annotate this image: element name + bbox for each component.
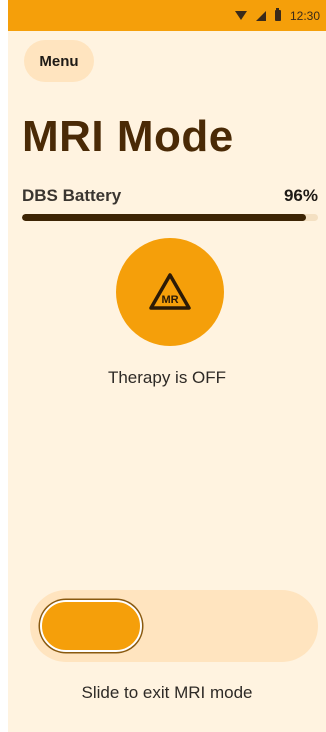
battery-label: DBS Battery bbox=[22, 186, 122, 205]
page-title: MRI Mode bbox=[22, 112, 234, 161]
mr-conditional-icon: MR bbox=[149, 273, 191, 310]
signal-icon bbox=[255, 10, 266, 21]
battery-percentage: 96% bbox=[283, 186, 318, 205]
battery-row: DBS Battery 96% bbox=[22, 186, 318, 206]
mri-mode-screen: 12:30 Menu MRI Mode DBS Battery 96% MR T… bbox=[8, 0, 326, 732]
menu-button[interactable]: Menu bbox=[24, 40, 94, 82]
slider-handle[interactable] bbox=[40, 600, 142, 652]
battery-icon bbox=[274, 8, 281, 21]
wifi-icon bbox=[234, 11, 247, 20]
battery-progress-fill bbox=[22, 214, 307, 221]
mr-icon-text: MR bbox=[161, 294, 178, 306]
battery-progress-bar bbox=[22, 214, 318, 221]
exit-mri-slider[interactable] bbox=[30, 590, 318, 662]
slide-hint: Slide to exit MRI mode bbox=[81, 683, 253, 702]
mri-status-circle: MR bbox=[116, 238, 224, 346]
status-time: 12:30 bbox=[289, 8, 320, 23]
therapy-status: Therapy is OFF bbox=[107, 368, 227, 387]
status-bar: 12:30 bbox=[8, 0, 326, 31]
